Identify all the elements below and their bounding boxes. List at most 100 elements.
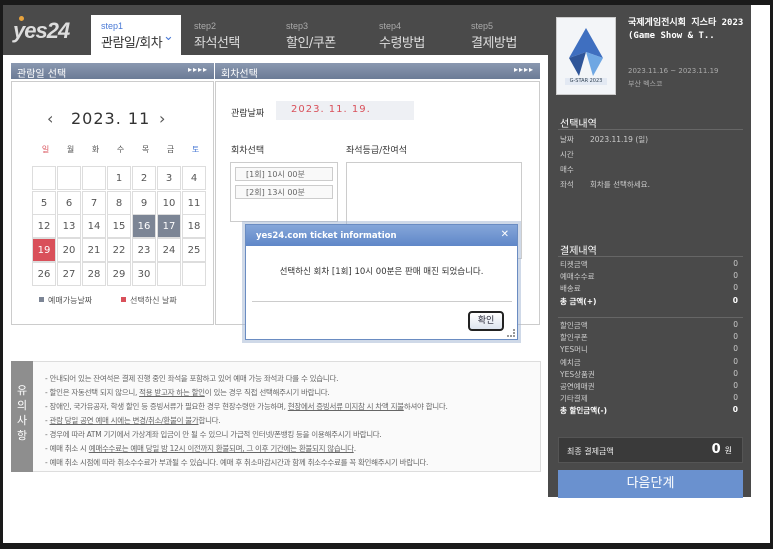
calendar-empty-cell xyxy=(32,166,56,190)
session-item-1[interactable]: [1회] 10시 00분 xyxy=(235,167,333,181)
payment-value: 0 xyxy=(732,405,738,415)
calendar-day[interactable]: 23 xyxy=(132,238,156,262)
calendar-empty-cell xyxy=(157,262,181,286)
step-number: step4 xyxy=(379,21,402,31)
payment-row: 티켓금액 0 xyxy=(560,259,738,270)
calendar-day[interactable]: 10 xyxy=(157,191,181,215)
calendar-day[interactable]: 14 xyxy=(82,214,106,238)
calendar-day[interactable]: 11 xyxy=(182,191,206,215)
calendar-day[interactable]: 15 xyxy=(107,214,131,238)
calendar-day[interactable]: 1 xyxy=(107,166,131,190)
weekday-label: 목 xyxy=(141,145,150,154)
step-label: 결제방법 xyxy=(471,36,517,51)
calendar-day[interactable]: 22 xyxy=(107,238,131,262)
calendar-day[interactable]: 8 xyxy=(107,191,131,215)
resize-handle-icon[interactable] xyxy=(507,329,515,337)
note-line: - 할인은 자동선택 되지 않으니, 적용 받고자 하는 할인이 있는 경우 직… xyxy=(45,388,330,397)
payment-key: 총 할인금액(-) xyxy=(560,406,608,416)
legend-selected: 선택하신 날짜 xyxy=(121,295,177,306)
calendar-day[interactable]: 4 xyxy=(182,166,206,190)
calendar-day[interactable]: 18 xyxy=(182,214,206,238)
selection-value: 회차를 선택하세요. xyxy=(590,180,650,189)
arrows-icon: ▸▸▸▸ xyxy=(513,65,534,74)
available-swatch xyxy=(39,297,44,302)
payment-key: 배송료 xyxy=(560,284,581,294)
note-line: - 장애인, 국가유공자, 학생 할인 등 증빙서류가 필요한 경우 현장수령만… xyxy=(45,402,448,411)
weekday-label: 수 xyxy=(116,145,125,154)
divider xyxy=(558,317,743,318)
session-panel-title: 회차선택 xyxy=(221,69,258,80)
payment-key: 예매수수료 xyxy=(560,272,595,282)
calendar-day[interactable]: 16 xyxy=(132,214,156,238)
step-number: step1 xyxy=(101,21,124,31)
notes-tab-char: 사 xyxy=(16,414,28,427)
calendar-day[interactable]: 30 xyxy=(132,262,156,286)
calendar-day[interactable]: 9 xyxy=(132,191,156,215)
show-dates: 2023.11.16 ~ 2023.11.19 xyxy=(628,67,719,75)
payment-row: 할인금액 0 xyxy=(560,320,738,331)
calendar-day[interactable]: 24 xyxy=(157,238,181,262)
payment-value: 0 xyxy=(733,344,738,354)
selection-key: 좌석 xyxy=(560,180,574,189)
calendar-day[interactable]: 13 xyxy=(57,214,81,238)
next-step-button[interactable]: 다음단계 xyxy=(558,470,743,498)
calendar-day[interactable]: 3 xyxy=(157,166,181,190)
dialog-title: yes24.com ticket information xyxy=(256,231,397,241)
step-tab-2[interactable]: step2 좌석선택 xyxy=(184,15,273,55)
calendar-day[interactable]: 6 xyxy=(57,191,81,215)
note-line: - 경우에 따라 ATM 기기에서 가상계좌 입금이 안 될 수 있으니 가급적… xyxy=(45,430,382,439)
step-label: 할인/쿠폰 xyxy=(286,36,336,51)
calendar-day[interactable]: 12 xyxy=(32,214,56,238)
close-icon[interactable]: ✕ xyxy=(501,229,509,240)
info-dialog: yes24.com ticket information ✕ 선택하신 회차 [… xyxy=(245,224,518,340)
legend-available-label: 예매가능날짜 xyxy=(48,296,93,305)
selection-row: 날짜 2023.11.19 (일) xyxy=(560,134,648,145)
calendar-day[interactable]: 21 xyxy=(82,238,106,262)
calendar-empty-cell xyxy=(182,262,206,286)
calendar-day[interactable]: 26 xyxy=(32,262,56,286)
date-panel-title: 관람일 선택 xyxy=(17,69,67,80)
calendar-month: 2023. 11 xyxy=(71,109,151,128)
payment-row: YES상품권 0 xyxy=(560,369,738,380)
selection-row: 매수 xyxy=(560,164,574,175)
arrows-icon: ▸▸▸▸ xyxy=(187,65,208,74)
calendar-day[interactable]: 7 xyxy=(82,191,106,215)
session-item-2[interactable]: [2회] 13시 00분 xyxy=(235,185,333,199)
calendar-day[interactable]: 2 xyxy=(132,166,156,190)
ticket-window: yes24 step1 관람일/회차 ⌄ step2 좌석선택 step3 할인/쿠폰 ste… xyxy=(3,5,770,543)
notes-tab-char: 항 xyxy=(16,429,28,442)
payment-key: 예치금 xyxy=(560,357,581,367)
calendar-empty-cell xyxy=(57,166,81,190)
calendar-day[interactable]: 17 xyxy=(157,214,181,238)
prev-month-button[interactable]: ‹ xyxy=(47,109,53,128)
calendar-day[interactable]: 25 xyxy=(182,238,206,262)
grade-label: 좌석등급/잔여석 xyxy=(346,146,407,156)
selected-date-value: 2023. 11. 19. xyxy=(276,101,414,120)
confirm-button[interactable]: 확인 xyxy=(468,311,504,331)
dialog-message: 선택하신 회차 [1회] 10시 00분은 판매 매진 되었습니다. xyxy=(279,267,484,277)
show-title: 국제게임전시회 지스타 2023 (Game Show & T.. xyxy=(628,18,744,41)
step-tab-4[interactable]: step4 수령방법 xyxy=(369,15,458,55)
step-tab-5[interactable]: step5 결제방법 xyxy=(461,15,551,55)
payment-key: 할인금액 xyxy=(560,321,588,330)
calendar-day[interactable]: 27 xyxy=(57,262,81,286)
next-month-button[interactable]: › xyxy=(159,109,165,128)
show-venue: 부산 벡스코 xyxy=(628,80,663,88)
calendar-day[interactable]: 28 xyxy=(82,262,106,286)
step-tab-1[interactable]: step1 관람일/회차 ⌄ xyxy=(91,15,181,55)
selection-value: 2023.11.19 (일) xyxy=(590,135,649,144)
payment-value: 0 xyxy=(733,320,738,329)
final-amount: 최종 결제금액 0원 xyxy=(558,437,743,463)
calendar-day[interactable]: 19 xyxy=(32,238,56,262)
calendar-day[interactable]: 29 xyxy=(107,262,131,286)
final-amount-label: 최종 결제금액 xyxy=(567,447,614,456)
payment-key: YES머니 xyxy=(560,345,588,355)
payment-heading: 결제내역 xyxy=(560,246,597,257)
selection-row: 좌석 회차를 선택하세요. xyxy=(560,179,650,190)
step-tab-3[interactable]: step3 할인/쿠폰 xyxy=(276,15,366,55)
payment-key: 할인쿠폰 xyxy=(560,333,588,343)
payment-value: 0 xyxy=(733,283,738,293)
calendar-day[interactable]: 5 xyxy=(32,191,56,215)
calendar-day[interactable]: 20 xyxy=(57,238,81,262)
date-label: 관람날짜 xyxy=(231,109,265,119)
